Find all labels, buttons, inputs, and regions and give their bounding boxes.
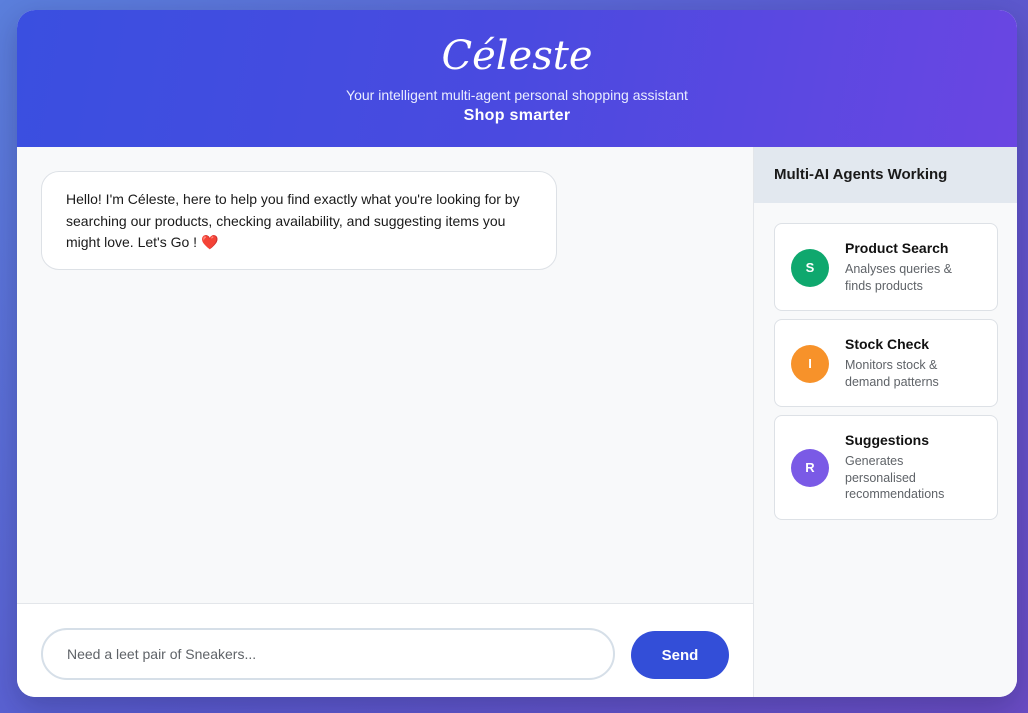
agent-card-suggestions: R Suggestions Generates personalised rec… — [774, 415, 998, 520]
sidebar-title: Multi-AI Agents Working — [754, 147, 1017, 203]
app-window: Céleste Your intelligent multi-agent per… — [17, 10, 1017, 697]
agent-description: Monitors stock & demand patterns — [845, 358, 939, 389]
message-text: Hello! I'm Céleste, here to help you fin… — [66, 191, 520, 250]
agent-description: Generates personalised recommendations — [845, 454, 945, 501]
agent-name: Product Search — [845, 240, 949, 256]
agent-avatar: R — [791, 449, 829, 487]
agent-card-product-search: S Product Search Analyses queries & find… — [774, 223, 998, 311]
app-tagline: Shop smarter — [463, 107, 571, 124]
message-input[interactable] — [41, 628, 615, 680]
send-button[interactable]: Send — [631, 631, 729, 679]
agent-description: Analyses queries & finds products — [845, 262, 953, 293]
agent-name: Stock Check — [845, 336, 930, 352]
message-composer: Send — [17, 603, 753, 697]
assistant-message: Hello! I'm Céleste, here to help you fin… — [41, 171, 557, 270]
app-subtitle: Your intelligent multi-agent personal sh… — [346, 87, 688, 103]
agent-avatar: S — [791, 249, 829, 287]
agent-card-stock-check: I Stock Check Monitors stock & demand pa… — [774, 319, 998, 407]
agents-sidebar: Multi-AI Agents Working S Product Search… — [753, 147, 1017, 697]
app-title: Céleste — [441, 33, 593, 79]
agent-name: Suggestions — [845, 432, 930, 448]
agent-avatar: I — [791, 345, 829, 383]
chat-panel[interactable]: Hello! I'm Céleste, here to help you fin… — [17, 147, 753, 603]
app-header: Céleste Your intelligent multi-agent per… — [17, 10, 1017, 147]
heart-icon: ❤️ — [200, 234, 219, 250]
